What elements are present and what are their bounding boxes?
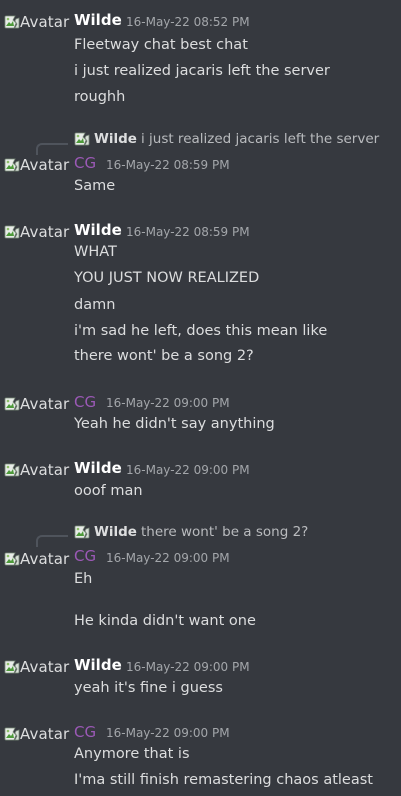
reply-author[interactable]: Wilde [94, 524, 137, 540]
message-text: Anymore that is [74, 746, 190, 762]
message-text: Eh [74, 571, 93, 587]
message-text: damn [74, 297, 116, 313]
avatar-alt-text: Avatar [20, 461, 70, 479]
broken-image-icon [74, 525, 90, 539]
avatar[interactable]: Avatar [4, 658, 70, 676]
reply-connector [36, 535, 68, 547]
author-name[interactable]: CG [74, 393, 96, 411]
avatar-alt-text: Avatar [20, 13, 70, 31]
author-name[interactable]: CG [74, 154, 96, 172]
reply-preview[interactable]: Wilde there wont' be a song 2? [74, 524, 308, 540]
broken-image-icon [4, 158, 20, 172]
broken-image-icon [4, 463, 20, 477]
broken-image-icon [74, 132, 90, 146]
message-timestamp: 16-May-22 09:00 PM [106, 551, 230, 565]
message-timestamp: 16-May-22 09:00 PM [126, 463, 250, 477]
avatar[interactable]: Avatar [4, 395, 70, 413]
message-timestamp: 16-May-22 09:00 PM [106, 726, 230, 740]
avatar-alt-text: Avatar [20, 156, 70, 174]
message-timestamp: 16-May-22 08:52 PM [126, 15, 250, 29]
broken-image-icon [4, 727, 20, 741]
message-text: I'ma still finish remastering chaos atle… [74, 772, 373, 788]
reply-text: there wont' be a song 2? [140, 524, 309, 540]
author-name[interactable]: Wilde [74, 459, 122, 477]
author-name[interactable]: CG [74, 547, 96, 565]
reply-connector [36, 143, 68, 155]
author-name[interactable]: Wilde [74, 656, 122, 674]
message-timestamp: 16-May-22 08:59 PM [126, 225, 250, 239]
reply-author[interactable]: Wilde [94, 131, 137, 147]
message-text: yeah it's fine i guess [74, 680, 223, 696]
author-name[interactable]: Wilde [74, 11, 122, 29]
message-timestamp: 16-May-22 08:59 PM [106, 158, 230, 172]
message-text: i'm sad he left, does this mean like [74, 323, 328, 339]
avatar[interactable]: Avatar [4, 461, 70, 479]
message-timestamp: 16-May-22 09:00 PM [106, 396, 230, 410]
broken-image-icon [4, 397, 20, 411]
avatar[interactable]: Avatar [4, 156, 70, 174]
message-text: Same [74, 178, 116, 194]
avatar-alt-text: Avatar [20, 223, 70, 241]
avatar-alt-text: Avatar [20, 395, 70, 413]
message-text: Yeah he didn't say anything [74, 416, 275, 432]
message-text: He kinda didn't want one [74, 613, 256, 629]
reply-text: i just realized jacaris left the server [140, 131, 380, 147]
message-text: YOU JUST NOW REALIZED [74, 270, 260, 286]
broken-image-icon [4, 660, 20, 674]
message-text: there wont' be a song 2? [74, 348, 254, 364]
avatar[interactable]: Avatar [4, 223, 70, 241]
avatar-alt-text: Avatar [20, 658, 70, 676]
avatar-alt-text: Avatar [20, 725, 70, 743]
message-timestamp: 16-May-22 09:00 PM [126, 660, 250, 674]
message-text: Fleetway chat best chat [74, 37, 248, 53]
broken-image-icon [4, 552, 20, 566]
broken-image-icon [4, 15, 20, 29]
message-text: roughh [74, 89, 126, 105]
reply-preview[interactable]: Wilde i just realized jacaris left the s… [74, 131, 379, 147]
avatar[interactable]: Avatar [4, 725, 70, 743]
broken-image-icon [4, 225, 20, 239]
avatar[interactable]: Avatar [4, 550, 70, 568]
message-text: i just realized jacaris left the server [74, 63, 330, 79]
author-name[interactable]: CG [74, 723, 96, 741]
avatar-alt-text: Avatar [20, 550, 70, 568]
message-text: WHAT [74, 244, 117, 260]
message-text: ooof man [74, 483, 143, 499]
avatar[interactable]: Avatar [4, 13, 70, 31]
author-name[interactable]: Wilde [74, 221, 122, 239]
